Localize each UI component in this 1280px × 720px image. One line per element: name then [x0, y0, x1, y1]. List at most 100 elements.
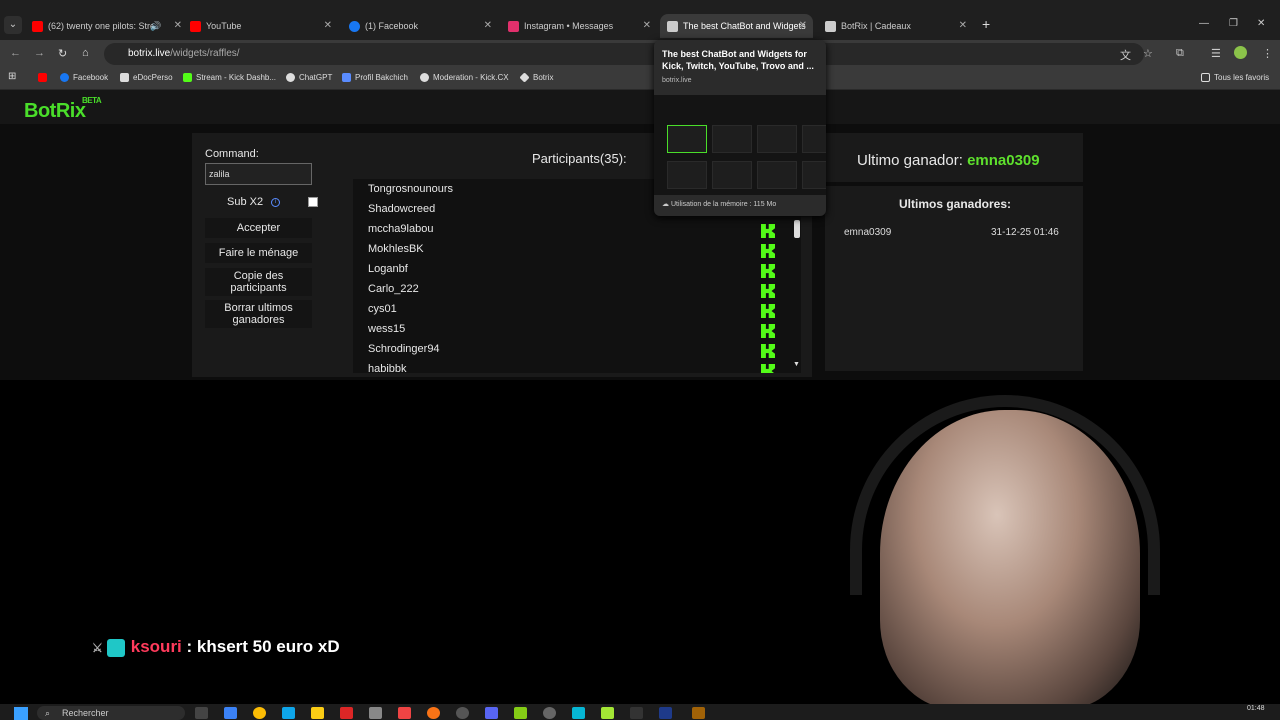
bookmark-moderation[interactable]: Moderation - Kick.CX: [420, 73, 509, 83]
clear-winners-button[interactable]: Borrar ultimos ganadores: [205, 300, 312, 328]
bookmark-facebook[interactable]: Facebook: [60, 73, 108, 83]
youtube-icon[interactable]: [398, 707, 411, 719]
close-tab-icon[interactable]: ✕: [324, 14, 332, 38]
participant-name: wess15: [368, 323, 406, 335]
chat-username: ksouri: [130, 637, 182, 656]
close-tab-icon[interactable]: ✕: [959, 14, 967, 38]
restore-button[interactable]: ❐: [1229, 18, 1238, 29]
reload-icon[interactable]: ↻: [58, 47, 67, 60]
bookmark-edocperso[interactable]: eDocPerso: [120, 73, 173, 83]
scrollbar-thumb[interactable]: [794, 220, 800, 238]
bookmark-kick-dashboard[interactable]: Stream - Kick Dashb...: [183, 73, 276, 83]
preview-card: [757, 125, 797, 153]
extensions-icon[interactable]: ⧉: [1176, 47, 1184, 60]
search-icon: ⌕: [45, 708, 51, 718]
bookmark-botrix[interactable]: Botrix: [519, 72, 553, 83]
botrix-logo[interactable]: BotRix BETA: [24, 96, 102, 123]
discord-icon[interactable]: [485, 707, 498, 719]
kick-icon: [761, 324, 775, 338]
windows-start-icon[interactable]: [14, 707, 28, 720]
speaker-icon: 🔊: [150, 21, 162, 31]
media-icon[interactable]: ☰: [1211, 47, 1221, 60]
tab-instagram[interactable]: Instagram • Messages ✕: [508, 14, 651, 38]
preview-title: The best ChatBot and Widgets for Kick, T…: [662, 49, 814, 71]
sword-icon: ⚔: [92, 641, 103, 655]
sub-x2-checkbox[interactable]: [308, 197, 318, 207]
bookmark-profil-bakchich[interactable]: Profil Bakchich: [342, 73, 408, 83]
youtube-icon: [32, 21, 43, 33]
preview-thumbnail: [654, 95, 826, 195]
close-tab-icon[interactable]: ✕: [174, 14, 182, 38]
copy-participants-button[interactable]: Copie des participants: [205, 268, 312, 296]
tab-botrix-home[interactable]: The best ChatBot and Widgets ✕: [660, 14, 813, 38]
address-toolbar: ← → ↻ ⌂ botrix.live/widgets/raffles/ 文 ☆…: [0, 40, 1280, 68]
chat-text: : khsert 50 euro xD: [186, 637, 340, 656]
home-icon[interactable]: ⌂: [82, 47, 89, 59]
all-favorites[interactable]: Tous les favoris: [1201, 73, 1269, 83]
menu-icon[interactable]: ⋮: [1262, 47, 1273, 60]
participants-title: Participants(35):: [532, 151, 627, 166]
tab-search-button[interactable]: ⌄: [4, 16, 22, 34]
app-icon[interactable]: [601, 707, 614, 719]
app-icon[interactable]: [456, 707, 469, 719]
chrome-icon[interactable]: [253, 707, 266, 719]
new-tab-button[interactable]: +: [982, 16, 990, 32]
participant-name: MokhlesBK: [368, 243, 424, 255]
forward-arrow-icon[interactable]: →: [34, 47, 45, 59]
bookmark-youtube[interactable]: [38, 73, 51, 83]
close-window-button[interactable]: ✕: [1257, 18, 1265, 29]
app-icon[interactable]: [369, 707, 382, 719]
last-winner-name: emna0309: [967, 152, 1040, 169]
copilot-icon[interactable]: [224, 707, 237, 719]
taskbar-search[interactable]: ⌕ Rechercher: [37, 706, 185, 720]
preview-card: [802, 161, 826, 189]
avatar[interactable]: [1234, 46, 1247, 59]
tab-facebook[interactable]: (1) Facebook ✕: [349, 14, 492, 38]
minimize-button[interactable]: —: [1199, 18, 1209, 29]
app-icon[interactable]: [543, 707, 556, 719]
url-field[interactable]: botrix.live/widgets/raffles/: [104, 43, 1144, 65]
folder-icon[interactable]: [311, 707, 324, 719]
clean-button[interactable]: Faire le ménage: [205, 243, 312, 263]
info-icon[interactable]: i: [271, 198, 280, 207]
translate-icon[interactable]: 文: [1120, 47, 1131, 63]
preview-card: [667, 161, 707, 189]
app-icon[interactable]: [340, 707, 353, 719]
winner-name: emna0309: [844, 227, 892, 238]
epic-games-icon[interactable]: [630, 707, 643, 719]
apps-grid-icon[interactable]: ⊞: [8, 71, 16, 82]
accept-button[interactable]: Accepter: [205, 218, 312, 238]
tab-youtube[interactable]: YouTube ✕: [190, 14, 332, 38]
preview-card: [802, 125, 826, 153]
kick-icon: [761, 364, 775, 373]
close-tab-icon[interactable]: ✕: [484, 14, 492, 38]
participant-name: cys01: [368, 303, 397, 315]
star-icon[interactable]: ☆: [1143, 47, 1153, 60]
participant-name: Tongrosnounours: [368, 183, 454, 195]
task-view-icon[interactable]: [195, 707, 208, 719]
last-winner: Ultimo ganador: emna0309: [857, 152, 1040, 169]
command-input[interactable]: zalila: [205, 163, 312, 185]
tab-botrix-cadeaux[interactable]: BotRix | Cadeaux ✕: [825, 14, 970, 38]
bookmarks-bar: ⊞ Facebook eDocPerso Stream - Kick Dashb…: [0, 68, 1280, 90]
participant-name: Loganbf: [368, 263, 408, 275]
close-tab-icon[interactable]: ✕: [799, 14, 807, 38]
store-icon[interactable]: [282, 707, 295, 719]
botrix-icon: [825, 21, 836, 33]
winner-date: 31-12-25 01:46: [991, 227, 1059, 238]
tab-twenty-one-pilots[interactable]: (62) twenty one pilots: Stre 🔊 ✕: [32, 14, 182, 38]
steam-icon[interactable]: [659, 707, 672, 719]
back-arrow-icon[interactable]: ←: [10, 47, 21, 59]
scroll-down-arrow-icon[interactable]: ▼: [793, 361, 800, 368]
close-tab-icon[interactable]: ✕: [643, 14, 651, 38]
bookmark-chatgpt[interactable]: ChatGPT: [286, 73, 332, 83]
participant-name: mccha9labou: [368, 223, 434, 235]
last-winners-title: Ultimos ganadores:: [899, 197, 1012, 211]
participant-name: habibbk: [368, 363, 407, 373]
youtube-icon: [38, 73, 47, 83]
app-icon[interactable]: [427, 707, 440, 719]
app-icon[interactable]: [514, 707, 527, 719]
app-icon[interactable]: [572, 707, 585, 719]
kick-icon: [183, 73, 192, 83]
app-icon[interactable]: [692, 707, 705, 719]
